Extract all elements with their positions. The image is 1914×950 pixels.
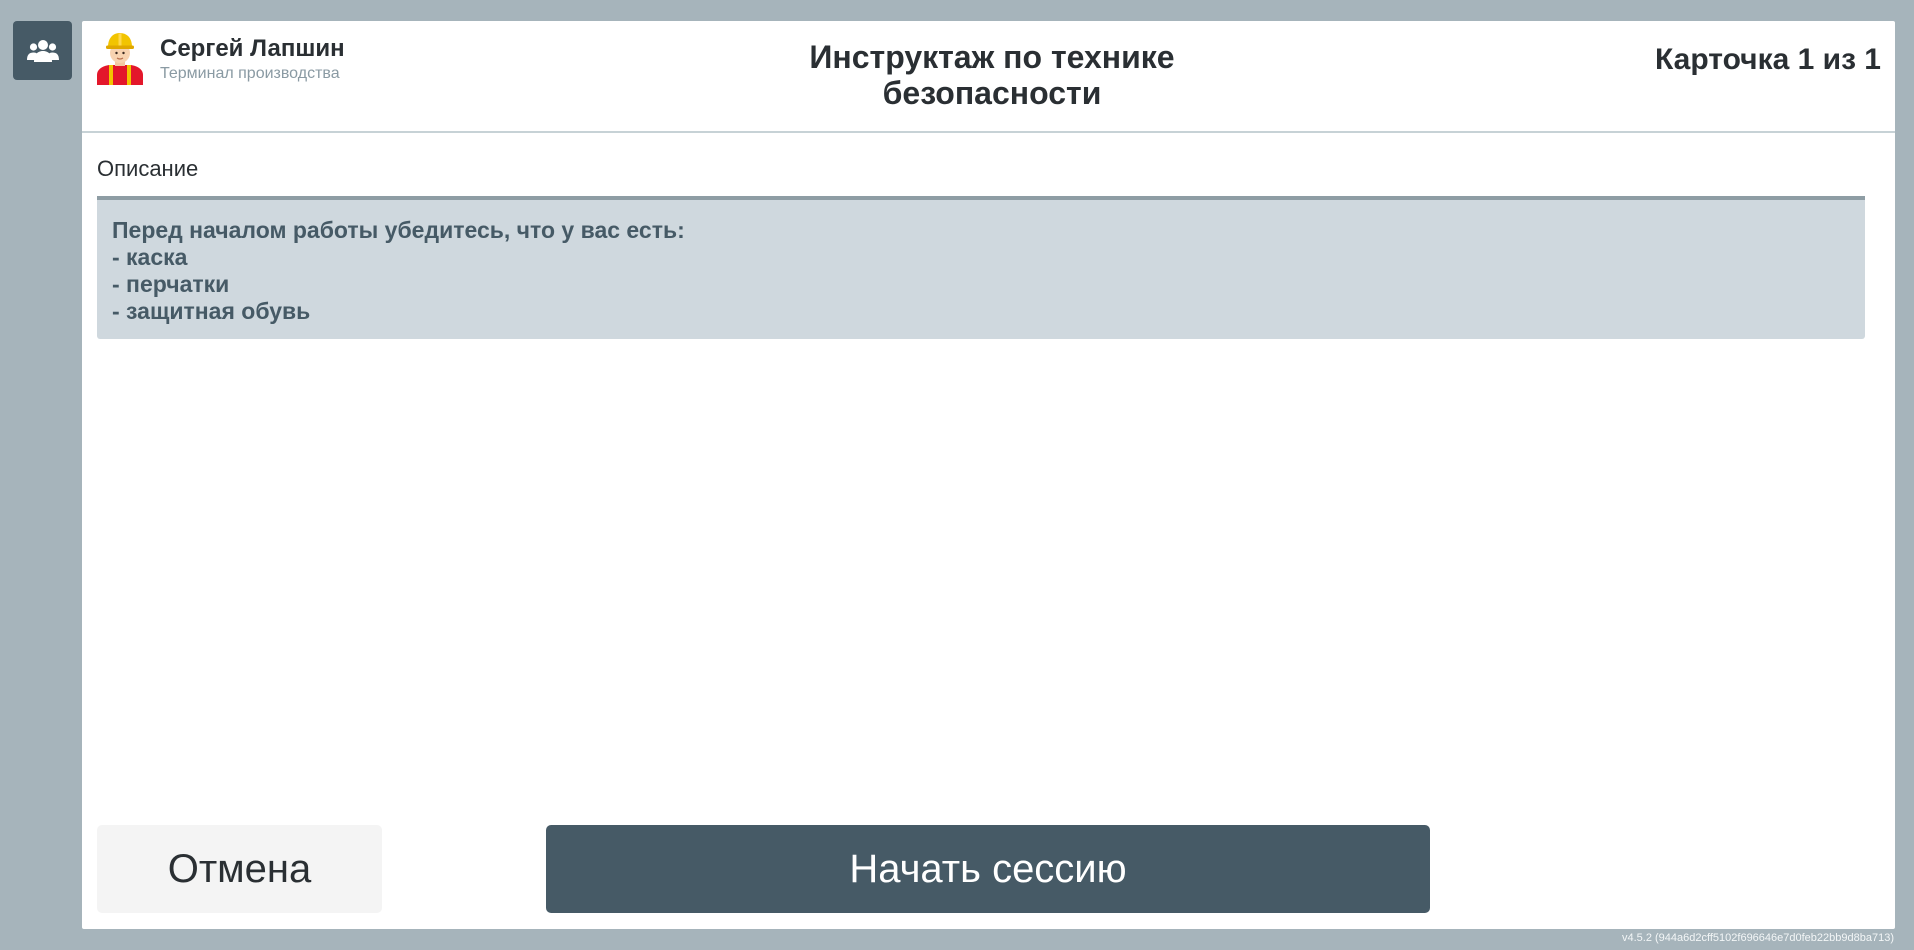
description-line: - защитная обувь [112,298,311,324]
user-name: Сергей Лапшин [160,35,345,62]
users-button[interactable] [13,21,72,80]
description-box: Перед началом работы убедитесь, что у ва… [97,196,1865,339]
app-frame: Сергей Лапшин Терминал производства Инст… [0,0,1914,950]
version-label: v4.5.2 (944a6d2cff5102f696646e7d0feb22bb… [1622,932,1894,944]
description-line: - перчатки [112,271,230,297]
main-card: Сергей Лапшин Терминал производства Инст… [82,21,1895,929]
start-session-button[interactable]: Начать сессию [546,825,1430,913]
worker-avatar-icon [97,33,143,85]
header: Сергей Лапшин Терминал производства Инст… [82,21,1895,133]
description-line: Перед началом работы убедитесь, что у ва… [112,217,685,243]
user-role: Терминал производства [160,65,340,82]
description-label: Описание [97,156,199,181]
description-line: - каска [112,244,188,270]
side-rail [0,0,82,950]
cancel-button[interactable]: Отмена [97,825,382,913]
card-counter: Карточка 1 из 1 [1654,43,1881,76]
users-icon [26,39,59,62]
page-title: Инструктаж по технике безопасности [809,39,1175,111]
